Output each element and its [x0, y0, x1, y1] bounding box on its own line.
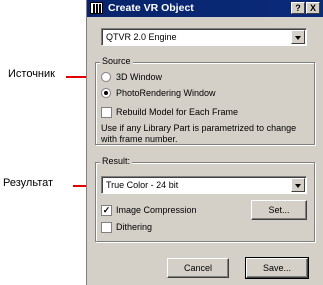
save-button[interactable]: Save... — [245, 257, 309, 279]
close-button[interactable]: X — [306, 2, 320, 14]
create-vr-object-dialog: Create VR Object ? X QTVR 2.0 Engine Sou… — [86, 0, 323, 285]
chevron-down-icon[interactable] — [291, 178, 305, 192]
cancel-button[interactable]: Cancel — [167, 258, 229, 278]
annotation-result: Результат — [3, 177, 54, 189]
radio-photorendering-window[interactable] — [101, 88, 111, 98]
radio-photorendering-window-label[interactable]: PhotoRendering Window — [116, 88, 216, 98]
rebuild-model-checkbox[interactable] — [101, 107, 112, 118]
radio-3d-window-label[interactable]: 3D Window — [116, 72, 162, 82]
source-group-label: Source — [100, 56, 133, 66]
engine-select-value: QTVR 2.0 Engine — [106, 32, 177, 42]
source-note-line2: with frame number. — [101, 134, 178, 144]
result-format-value: True Color - 24 bit — [106, 180, 179, 190]
title-bar[interactable]: Create VR Object ? X — [87, 0, 323, 17]
annotation-source: Источник — [8, 68, 55, 80]
result-group-label: Result: — [100, 156, 133, 166]
result-format-select[interactable]: True Color - 24 bit — [101, 176, 307, 194]
window-title: Create VR Object — [108, 2, 194, 14]
image-compression-label[interactable]: Image Compression — [116, 205, 197, 215]
rebuild-model-label[interactable]: Rebuild Model for Each Frame — [116, 107, 238, 117]
annotation-source-arrow — [66, 76, 88, 78]
dithering-checkbox[interactable] — [101, 222, 112, 233]
chevron-down-icon[interactable] — [291, 30, 305, 44]
help-button[interactable]: ? — [291, 2, 305, 14]
radio-3d-window[interactable] — [101, 72, 111, 82]
source-note-line1: Use if any Library Part is parametrized … — [101, 123, 297, 133]
engine-select[interactable]: QTVR 2.0 Engine — [101, 28, 307, 46]
app-logo-icon — [90, 2, 103, 14]
image-compression-checkbox[interactable]: ✓ — [101, 205, 112, 216]
set-button[interactable]: Set... — [251, 200, 307, 220]
dithering-label[interactable]: Dithering — [116, 222, 152, 232]
